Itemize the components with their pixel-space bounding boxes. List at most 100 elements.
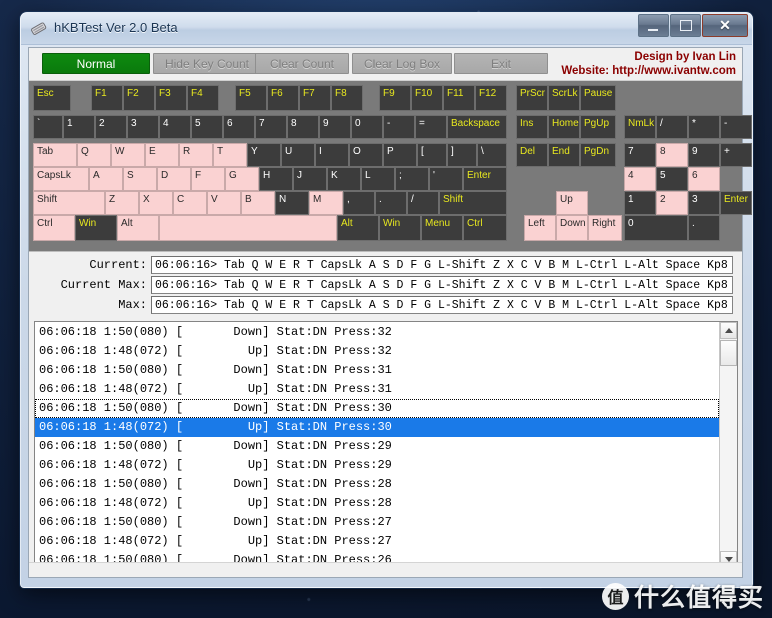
watermark: 值 什么值得买 xyxy=(601,578,764,614)
max-field-label: Max: xyxy=(118,298,147,312)
scroll-up-button[interactable] xyxy=(720,322,737,339)
key-5-72: 5 xyxy=(656,167,688,191)
key-shift-85: Shift xyxy=(439,191,507,215)
key-pgdn-53: PgDn xyxy=(580,143,616,167)
keyboard-icon xyxy=(31,22,47,35)
key-alt-93: Alt xyxy=(117,215,159,241)
key-key-34: / xyxy=(656,115,688,139)
key-f7-7: F7 xyxy=(299,85,331,111)
key-key-48: [ xyxy=(417,143,447,167)
key-key-69: ' xyxy=(429,167,463,191)
key-r-41: R xyxy=(179,143,213,167)
key-u-44: U xyxy=(281,143,315,167)
key-o-46: O xyxy=(349,143,383,167)
log-line[interactable]: 06:06:18 1:50(080) [ Down] Stat:DN Press… xyxy=(35,475,719,494)
log-line[interactable]: 06:06:18 1:48(072) [ Up] Stat:DN Press:3… xyxy=(35,342,719,361)
log-line[interactable]: 06:06:18 1:50(080) [ Down] Stat:DN Press… xyxy=(35,323,719,342)
log-line[interactable]: 06:06:18 1:48(072) [ Up] Stat:DN Press:2… xyxy=(35,494,719,513)
key-key-50: \ xyxy=(477,143,507,167)
key-f8-8: F8 xyxy=(331,85,363,111)
key-key-36: - xyxy=(720,115,752,139)
log-line[interactable]: 06:06:18 1:48(072) [ Up] Stat:DN Press:2… xyxy=(35,456,719,475)
key-key-103: . xyxy=(688,215,720,241)
key-menu-97: Menu xyxy=(421,215,463,241)
key-pgup-32: PgUp xyxy=(580,115,616,139)
log-line[interactable]: 06:06:18 1:50(080) [ Down] Stat:DN Press… xyxy=(35,513,719,532)
log-line[interactable]: 06:06:18 1:48(072) [ Up] Stat:DN Press:2… xyxy=(35,532,719,551)
credit-design-line: Design by Ivan Lin xyxy=(634,51,736,63)
key-key-57: + xyxy=(720,143,752,167)
key-right-101: Right xyxy=(588,215,622,241)
log-line[interactable]: 06:06:18 1:50(080) [ Down] Stat:DN Press… xyxy=(35,361,719,380)
current-max-field-row: Current Max: 06:06:16> Tab Q W E R T Caps… xyxy=(29,276,742,294)
clear-count-button[interactable]: Clear Count xyxy=(255,53,349,74)
current-max-field[interactable]: 06:06:16> Tab Q W E R T CapsLk A S D F G… xyxy=(151,276,733,294)
key-e-40: E xyxy=(145,143,179,167)
hide-key-count-button[interactable]: Hide Key Count xyxy=(153,53,261,74)
key-8-55: 8 xyxy=(656,143,688,167)
key-nmlk-33: NmLk xyxy=(624,115,656,139)
current-field-row: Current: 06:06:16> Tab Q W E R T CapsLk A… xyxy=(29,256,742,274)
log-box[interactable]: 06:06:18 1:50(080) [ Down] Stat:DN Press… xyxy=(34,321,738,569)
key-l-67: L xyxy=(361,167,395,191)
key-j-65: J xyxy=(293,167,327,191)
key-ctrl-98: Ctrl xyxy=(463,215,507,241)
key-tab-37: Tab xyxy=(33,143,77,167)
status-bar xyxy=(29,562,742,577)
watermark-text: 什么值得买 xyxy=(633,583,764,612)
current-field-label: Current: xyxy=(89,258,147,272)
key-i-45: I xyxy=(315,143,349,167)
credit-website-line: Website: http://www.ivantw.com xyxy=(561,65,736,77)
key-3-19: 3 xyxy=(127,115,159,139)
scrollbar-thumb[interactable] xyxy=(720,340,737,366)
key-z-75: Z xyxy=(105,191,139,215)
key-key-16: ` xyxy=(33,115,63,139)
key-7-54: 7 xyxy=(624,143,656,167)
log-line[interactable]: 06:06:18 1:48(072) [ Up] Stat:DN Press:3… xyxy=(35,380,719,399)
key-esc-0: Esc xyxy=(33,85,71,111)
key-a-59: A xyxy=(89,167,123,191)
key-key-27: - xyxy=(383,115,415,139)
key-f9-9: F9 xyxy=(379,85,411,111)
key-scrlk-14: ScrLk xyxy=(548,85,580,111)
normal-button[interactable]: Normal xyxy=(42,53,150,74)
key-s-60: S xyxy=(123,167,157,191)
exit-button[interactable]: Exit xyxy=(454,53,548,74)
log-scrollbar[interactable] xyxy=(719,322,737,568)
max-field[interactable]: 06:06:16> Tab Q W E R T CapsLk A S D F G… xyxy=(151,296,733,314)
log-line[interactable]: 06:06:18 1:48(072) [ Up] Stat:DN Press:3… xyxy=(35,418,719,437)
title-bar[interactable]: hKBTest Ver 2.0 Beta ✕ xyxy=(21,13,752,45)
minimize-button[interactable] xyxy=(638,14,669,37)
current-field[interactable]: 06:06:16> Tab Q W E R T CapsLk A S D F G… xyxy=(151,256,733,274)
key-key-28: = xyxy=(415,115,447,139)
key-f12-12: F12 xyxy=(475,85,507,111)
key-6-22: 6 xyxy=(223,115,255,139)
toolbar: Normal Hide Key Count Clear Count Clear Log… xyxy=(29,48,742,81)
key-key-68: ; xyxy=(395,167,429,191)
log-line[interactable]: 06:06:18 1:50(080) [ Down] Stat:DN Press… xyxy=(35,399,719,418)
close-button[interactable]: ✕ xyxy=(702,14,748,37)
key-prscr-13: PrScr xyxy=(516,85,548,111)
key-pause-15: Pause xyxy=(580,85,616,111)
log-list[interactable]: 06:06:18 1:50(080) [ Down] Stat:DN Press… xyxy=(35,322,719,568)
key-c-77: C xyxy=(173,191,207,215)
key-down-100: Down xyxy=(556,215,588,241)
key-alt-95: Alt xyxy=(337,215,379,241)
key-del-51: Del xyxy=(516,143,548,167)
key-ctrl-91: Ctrl xyxy=(33,215,75,241)
status-panel: Current: 06:06:16> Tab Q W E R T CapsLk A… xyxy=(29,252,742,319)
log-line[interactable]: 06:06:18 1:50(080) [ Down] Stat:DN Press… xyxy=(35,437,719,456)
clear-log-box-button[interactable]: Clear Log Box xyxy=(352,53,452,74)
keyboard-panel: Esc F1 F2 F3 F4 F5 F6 F7 F8 F9 F10 F11 F12 PrScr ScrLk… xyxy=(29,81,752,252)
key-0-26: 0 xyxy=(351,115,383,139)
window-controls: ✕ xyxy=(638,14,748,37)
key-key-84: / xyxy=(407,191,439,215)
key-6-73: 6 xyxy=(688,167,720,191)
key-f3-3: F3 xyxy=(155,85,187,111)
key-end-52: End xyxy=(548,143,580,167)
key-up-86: Up xyxy=(556,191,588,215)
close-icon: ✕ xyxy=(719,17,731,33)
key-d-61: D xyxy=(157,167,191,191)
maximize-button[interactable] xyxy=(670,14,701,37)
key-key-83: . xyxy=(375,191,407,215)
